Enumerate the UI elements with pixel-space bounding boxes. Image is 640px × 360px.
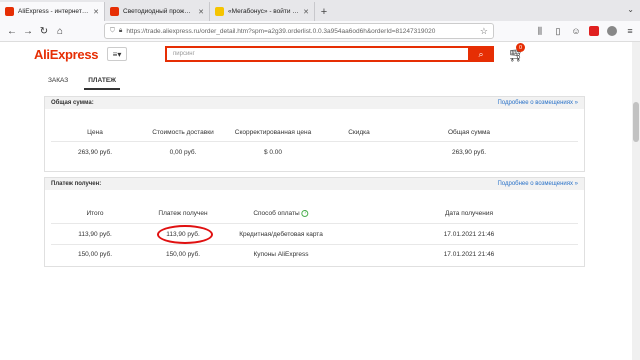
header-price: Цена <box>87 129 103 136</box>
hamburger-icon: ≡▾ <box>112 49 122 59</box>
total-panel-title: Общая сумма: <box>51 100 94 106</box>
close-tab-icon[interactable]: ✕ <box>303 8 309 16</box>
cart-count-badge: 0 <box>516 43 525 52</box>
search-placeholder: пирсинг <box>173 51 195 57</box>
header-receipt-date: Дата получения <box>445 210 493 217</box>
search-icon: ⌕ <box>478 48 484 59</box>
row1-total: 113,90 руб. <box>78 231 112 238</box>
row-divider <box>51 141 578 142</box>
payment-panel-header: Платеж получен: Подробнее о возмещениях … <box>45 178 584 190</box>
refund-info-link[interactable]: Подробнее о возмещениях » <box>497 100 578 106</box>
back-arrow-icon[interactable]: ← <box>4 26 20 37</box>
toolbar-icons: ⫼ ▯ ☺ ≡ <box>534 25 636 37</box>
bookmark-star-icon[interactable]: ☆ <box>480 26 488 37</box>
value-price: 263,90 руб. <box>77 149 113 156</box>
shield-icon[interactable]: ⛉ <box>110 27 115 35</box>
header-total: Итого <box>86 210 104 217</box>
row1-receipt-date: 17.01.2021 21:46 <box>443 231 495 238</box>
search-button[interactable]: ⌕ <box>468 46 494 62</box>
order-tabs: ЗАКАЗ ПЛАТЕЖ <box>44 74 121 90</box>
scrollbar-thumb[interactable] <box>633 102 639 142</box>
header-shipping: Стоимость доставки <box>152 129 214 136</box>
browser-tab-bar: AliExpress - интернет-магазин ✕ Светодио… <box>0 0 640 21</box>
menu-hamburger-icon[interactable]: ≡ <box>624 25 636 37</box>
page-scrollbar[interactable] <box>632 42 640 360</box>
header-discount: Скидка <box>348 129 370 136</box>
payment-method-label: Способ оплаты <box>253 210 300 218</box>
total-table: Цена Стоимость доставки Скорректированна… <box>45 109 584 173</box>
extension-red-icon[interactable] <box>588 25 600 37</box>
tab-title: Светодиодный прожектор, уп <box>123 8 194 15</box>
payment-received-panel: Платеж получен: Подробнее о возмещениях … <box>44 177 585 267</box>
info-icon[interactable]: ? <box>301 210 309 217</box>
tab-order[interactable]: ЗАКАЗ <box>44 74 72 90</box>
tab-payment[interactable]: ПЛАТЕЖ <box>84 74 121 90</box>
browser-nav-bar: ← → ↻ ⌂ ⛉ 🔒︎ https://trade.aliexpress.ru… <box>0 21 640 42</box>
row-divider <box>51 223 578 224</box>
categories-button[interactable]: ≡▾ <box>107 47 127 61</box>
aliexpress-favicon-icon <box>110 7 119 16</box>
row-divider <box>51 244 578 245</box>
header-payment-received: Платеж получен <box>158 210 208 217</box>
row2-payment-received: 150,00 руб. <box>165 251 201 258</box>
search-input[interactable]: пирсинг <box>165 46 493 62</box>
red-highlight-circle <box>157 225 213 244</box>
new-tab-button[interactable]: + <box>315 2 333 21</box>
header-total: Общая сумма <box>447 129 491 136</box>
value-total: 263,90 руб. <box>451 149 487 156</box>
row2-payment-method: Купоны AliExpress <box>253 251 309 258</box>
tab-title: «Мегабонус» - войти в личн <box>228 8 299 15</box>
url-bar[interactable]: ⛉ 🔒︎ https://trade.aliexpress.ru/order_d… <box>104 23 494 39</box>
page-content: AliExpress ≡▾ пирсинг ⌕ 🛒︎ 0 ЗАКАЗ ПЛАТЕ… <box>0 42 640 360</box>
aliexpress-logo[interactable]: AliExpress <box>34 47 99 62</box>
refund-info-link[interactable]: Подробнее о возмещениях » <box>497 181 578 187</box>
home-icon[interactable]: ⌂ <box>52 26 68 37</box>
reload-icon[interactable]: ↻ <box>36 26 52 37</box>
tab-title: AliExpress - интернет-магазин <box>18 8 89 15</box>
total-panel-header: Общая сумма: Подробнее о возмещениях » <box>45 97 584 109</box>
total-sum-panel: Общая сумма: Подробнее о возмещениях » Ц… <box>44 96 585 172</box>
header-payment-method: Способ оплаты? <box>253 210 309 218</box>
close-tab-icon[interactable]: ✕ <box>198 8 204 16</box>
extension-gray-icon[interactable] <box>606 25 618 37</box>
header-adjusted-price: Скорректированная цена <box>234 129 312 136</box>
row2-receipt-date: 17.01.2021 21:46 <box>443 251 495 258</box>
payment-panel-title: Платеж получен: <box>51 181 102 187</box>
close-tab-icon[interactable]: ✕ <box>93 8 99 16</box>
sidebar-icon[interactable]: ▯ <box>552 25 564 37</box>
site-header: AliExpress ≡▾ пирсинг ⌕ 🛒︎ 0 <box>0 42 620 70</box>
browser-tab-aliexpress[interactable]: AliExpress - интернет-магазин ✕ <box>0 2 105 21</box>
account-icon[interactable]: ☺ <box>570 25 582 37</box>
library-icon[interactable]: ⫼ <box>534 25 546 37</box>
payment-table: Итого Платеж получен Способ оплаты? Дата… <box>45 190 584 268</box>
browser-tab-projector[interactable]: Светодиодный прожектор, уп ✕ <box>105 2 210 21</box>
value-adjusted-price: $ 0.00 <box>263 149 283 156</box>
browser-tab-megabonus[interactable]: «Мегабонус» - войти в личн ✕ <box>210 2 315 21</box>
value-shipping: 0,00 руб. <box>169 149 197 156</box>
lock-icon[interactable]: 🔒︎ <box>119 27 122 35</box>
url-text: https://trade.aliexpress.ru/order_detail… <box>126 27 436 35</box>
aliexpress-favicon-icon <box>5 7 14 16</box>
forward-arrow-icon[interactable]: → <box>20 26 36 37</box>
megabonus-favicon-icon <box>215 7 224 16</box>
tab-list-chevron-icon[interactable]: ⌄ <box>627 5 634 14</box>
row1-payment-method: Кредитная/дебетовая карта <box>239 231 323 238</box>
row2-total: 150,00 руб. <box>77 251 113 258</box>
